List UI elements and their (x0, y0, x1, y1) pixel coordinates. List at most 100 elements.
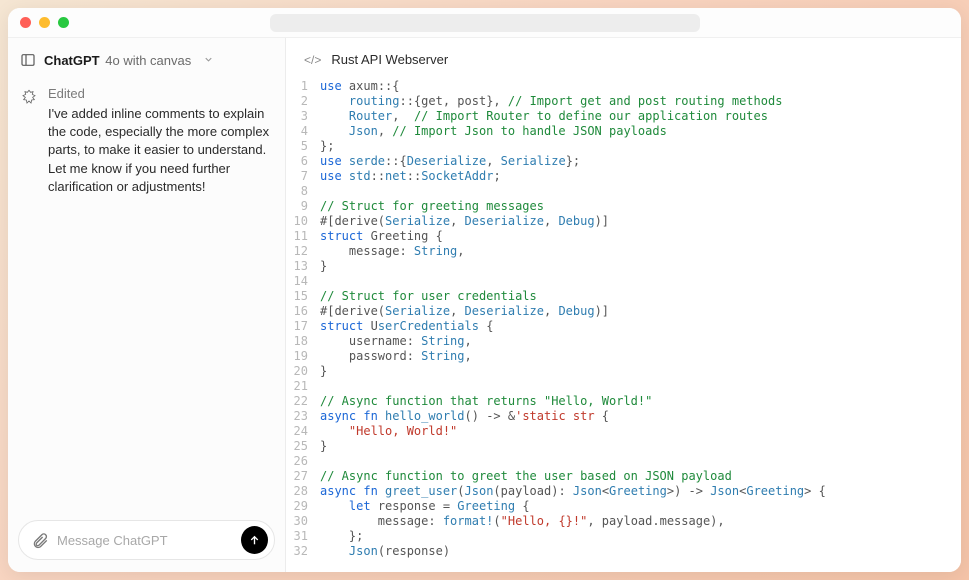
line-content[interactable]: Json(response) (320, 544, 961, 559)
line-content[interactable] (320, 379, 961, 394)
line-content[interactable] (320, 274, 961, 289)
line-number: 12 (286, 244, 320, 259)
line-number: 14 (286, 274, 320, 289)
line-number: 5 (286, 139, 320, 154)
line-content[interactable]: } (320, 364, 961, 379)
code-line[interactable]: 14 (286, 274, 961, 289)
message-text: I've added inline comments to explain th… (48, 105, 273, 196)
code-line[interactable]: 7use std::net::SocketAddr; (286, 169, 961, 184)
line-content[interactable] (320, 184, 961, 199)
line-content[interactable]: } (320, 259, 961, 274)
line-number: 25 (286, 439, 320, 454)
line-number: 28 (286, 484, 320, 499)
line-content[interactable]: username: String, (320, 334, 961, 349)
line-content[interactable]: } (320, 439, 961, 454)
code-line[interactable]: 23async fn hello_world() -> &'static str… (286, 409, 961, 424)
line-content[interactable]: Router, // Import Router to define our a… (320, 109, 961, 124)
code-line[interactable]: 19 password: String, (286, 349, 961, 364)
code-line[interactable]: 31 }; (286, 529, 961, 544)
line-number: 22 (286, 394, 320, 409)
code-line[interactable]: 25} (286, 439, 961, 454)
line-content[interactable]: use std::net::SocketAddr; (320, 169, 961, 184)
code-line[interactable]: 22// Async function that returns "Hello,… (286, 394, 961, 409)
code-line[interactable]: 9// Struct for greeting messages (286, 199, 961, 214)
code-line[interactable]: 1use axum::{ (286, 79, 961, 94)
line-number: 10 (286, 214, 320, 229)
line-content[interactable]: "Hello, World!" (320, 424, 961, 439)
line-number: 29 (286, 499, 320, 514)
code-line[interactable]: 5}; (286, 139, 961, 154)
minimize-window-button[interactable] (39, 17, 50, 28)
line-number: 16 (286, 304, 320, 319)
line-content[interactable]: routing::{get, post}, // Import get and … (320, 94, 961, 109)
code-line[interactable]: 12 message: String, (286, 244, 961, 259)
code-line[interactable]: 27// Async function to greet the user ba… (286, 469, 961, 484)
line-content[interactable]: message: String, (320, 244, 961, 259)
code-line[interactable]: 8 (286, 184, 961, 199)
code-line[interactable]: 32 Json(response) (286, 544, 961, 559)
code-line[interactable]: 6use serde::{Deserialize, Serialize}; (286, 154, 961, 169)
titlebar (8, 8, 961, 38)
line-number: 4 (286, 124, 320, 139)
line-content[interactable]: let response = Greeting { (320, 499, 961, 514)
code-line[interactable]: 2 routing::{get, post}, // Import get an… (286, 94, 961, 109)
line-number: 3 (286, 109, 320, 124)
code-line[interactable]: 30 message: format!("Hello, {}!", payloa… (286, 514, 961, 529)
line-number: 17 (286, 319, 320, 334)
app-window: ChatGPT 4o with canvas Edited I've added… (8, 8, 961, 572)
line-number: 15 (286, 289, 320, 304)
canvas-title: Rust API Webserver (331, 52, 448, 67)
line-content[interactable]: #[derive(Serialize, Deserialize, Debug)] (320, 304, 961, 319)
code-line[interactable]: 18 username: String, (286, 334, 961, 349)
line-content[interactable]: async fn greet_user(Json(payload): Json<… (320, 484, 961, 499)
send-button[interactable] (241, 526, 268, 554)
line-content[interactable]: password: String, (320, 349, 961, 364)
code-editor[interactable]: 1use axum::{2 routing::{get, post}, // I… (286, 77, 961, 572)
message-input[interactable] (57, 533, 233, 548)
line-content[interactable] (320, 454, 961, 469)
line-number: 19 (286, 349, 320, 364)
code-line[interactable]: 11struct Greeting { (286, 229, 961, 244)
attach-icon[interactable] (31, 531, 49, 549)
line-content[interactable]: }; (320, 139, 961, 154)
address-bar[interactable] (270, 14, 700, 32)
code-line[interactable]: 4 Json, // Import Json to handle JSON pa… (286, 124, 961, 139)
message-composer (18, 520, 275, 560)
line-content[interactable]: // Struct for user credentials (320, 289, 961, 304)
line-number: 8 (286, 184, 320, 199)
line-content[interactable]: Json, // Import Json to handle JSON payl… (320, 124, 961, 139)
code-line[interactable]: 20} (286, 364, 961, 379)
line-content[interactable]: // Async function to greet the user base… (320, 469, 961, 484)
line-content[interactable]: // Async function that returns "Hello, W… (320, 394, 961, 409)
line-content[interactable]: // Struct for greeting messages (320, 199, 961, 214)
code-line[interactable]: 26 (286, 454, 961, 469)
model-selector[interactable]: ChatGPT 4o with canvas (8, 38, 285, 78)
canvas-pane: </> Rust API Webserver 1use axum::{2 rou… (286, 38, 961, 572)
line-content[interactable]: #[derive(Serialize, Deserialize, Debug)] (320, 214, 961, 229)
close-window-button[interactable] (20, 17, 31, 28)
code-line[interactable]: 21 (286, 379, 961, 394)
line-content[interactable]: use axum::{ (320, 79, 961, 94)
line-content[interactable]: struct UserCredentials { (320, 319, 961, 334)
code-line[interactable]: 13} (286, 259, 961, 274)
line-number: 24 (286, 424, 320, 439)
line-content[interactable]: }; (320, 529, 961, 544)
window-controls (20, 17, 69, 28)
line-content[interactable]: use serde::{Deserialize, Serialize}; (320, 154, 961, 169)
line-content[interactable]: async fn hello_world() -> &'static str { (320, 409, 961, 424)
code-line[interactable]: 3 Router, // Import Router to define our… (286, 109, 961, 124)
code-line[interactable]: 10#[derive(Serialize, Deserialize, Debug… (286, 214, 961, 229)
code-line[interactable]: 17struct UserCredentials { (286, 319, 961, 334)
code-line[interactable]: 24 "Hello, World!" (286, 424, 961, 439)
code-line[interactable]: 29 let response = Greeting { (286, 499, 961, 514)
sidebar-toggle-icon (20, 52, 36, 68)
code-line[interactable]: 28async fn greet_user(Json(payload): Jso… (286, 484, 961, 499)
code-line[interactable]: 15// Struct for user credentials (286, 289, 961, 304)
line-number: 27 (286, 469, 320, 484)
line-number: 20 (286, 364, 320, 379)
line-number: 21 (286, 379, 320, 394)
code-line[interactable]: 16#[derive(Serialize, Deserialize, Debug… (286, 304, 961, 319)
line-content[interactable]: struct Greeting { (320, 229, 961, 244)
line-content[interactable]: message: format!("Hello, {}!", payload.m… (320, 514, 961, 529)
maximize-window-button[interactable] (58, 17, 69, 28)
